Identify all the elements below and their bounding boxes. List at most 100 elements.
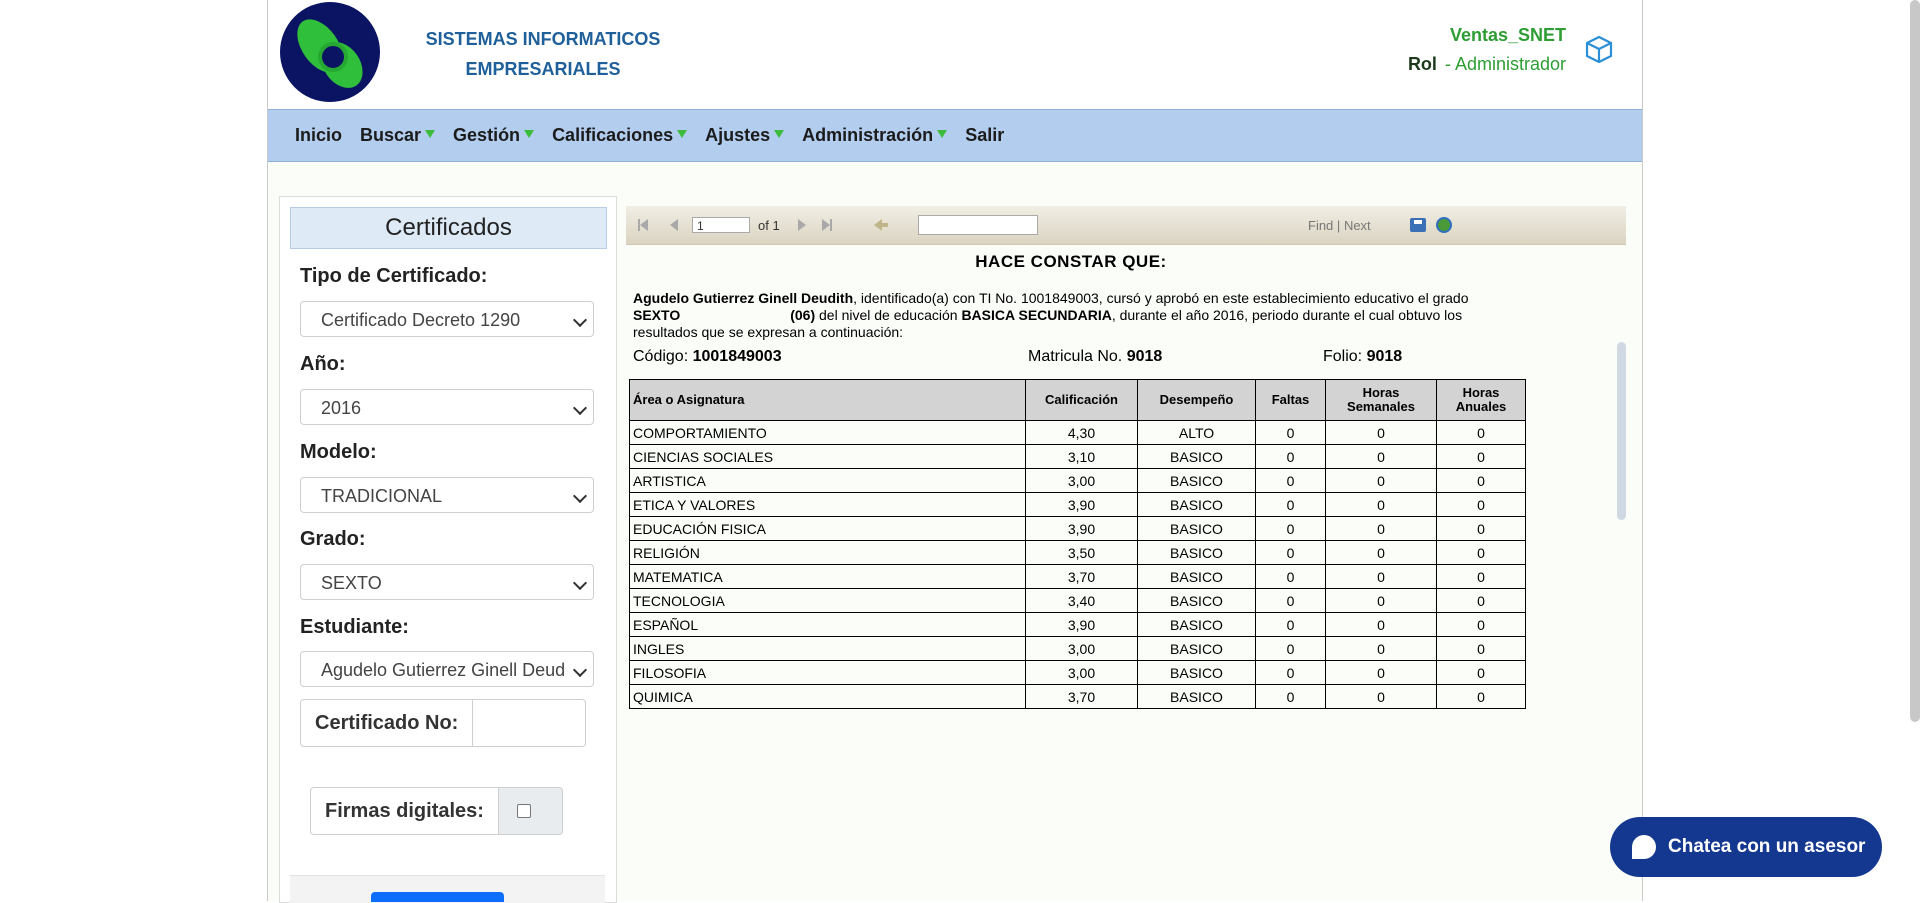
estudiante-select[interactable]: Agudelo Gutierrez Ginell Deud <box>300 651 594 687</box>
table-cell: 0 <box>1436 444 1526 469</box>
prev-page-icon[interactable] <box>670 206 678 244</box>
page-number-input[interactable]: 1 <box>692 217 750 233</box>
table-cell: MATEMATICA <box>629 564 1026 589</box>
find-text-input[interactable] <box>918 215 1038 235</box>
table-cell: BASICO <box>1137 516 1256 541</box>
table-cell: 0 <box>1325 612 1437 637</box>
col-faltas: Faltas <box>1255 379 1326 421</box>
table-cell: 0 <box>1436 420 1526 445</box>
report-title: HACE CONSTAR QUE: <box>975 252 1167 271</box>
table-cell: 0 <box>1325 660 1437 685</box>
first-page-icon[interactable] <box>638 206 648 244</box>
main-navbar: Inicio Buscar Gestión Calificaciones Ajustes… <box>268 110 1642 162</box>
find-link[interactable]: Find <box>1308 218 1333 233</box>
table-row: QUIMICA 3,70 BASICO 0 0 0 <box>629 684 1526 709</box>
nav-item-inicio[interactable]: Inicio <box>295 125 342 146</box>
table-row: TECNOLOGIA 3,40 BASICO 0 0 0 <box>629 588 1526 613</box>
app-name: Ventas_SNET <box>1449 25 1566 45</box>
table-cell: BASICO <box>1137 636 1256 661</box>
estudiante-label: Estudiante: <box>300 616 409 638</box>
table-row: INGLES 3,00 BASICO 0 0 0 <box>629 636 1526 661</box>
table-cell: ESPAÑOL <box>629 612 1026 637</box>
role-value: Administrador <box>1454 54 1566 74</box>
matricula-info: Matricula No. 9018 <box>1028 348 1163 365</box>
last-page-icon[interactable] <box>822 206 832 244</box>
refresh-icon[interactable] <box>1436 206 1452 244</box>
chevron-down-icon <box>572 488 588 504</box>
table-row: FILOSOFIA 3,00 BASICO 0 0 0 <box>629 660 1526 685</box>
modelo-select[interactable]: TRADICIONAL <box>300 477 594 513</box>
certificado-no-group: Certificado No: <box>300 699 587 747</box>
table-cell: 0 <box>1436 540 1526 565</box>
table-cell: 3,10 <box>1025 444 1138 469</box>
anio-select[interactable]: 2016 <box>300 389 594 425</box>
student-name: Agudelo Gutierrez Ginell Deudith <box>633 290 854 306</box>
table-cell: CIENCIAS SOCIALES <box>629 444 1026 469</box>
grades-table: Área o Asignatura Calificación Desempeño… <box>629 379 1526 709</box>
next-link[interactable]: Next <box>1344 218 1371 233</box>
nav-item-buscar[interactable]: Buscar <box>360 125 436 146</box>
modelo-value: TRADICIONAL <box>321 486 443 506</box>
table-cell: BASICO <box>1137 540 1256 565</box>
table-row: ESPAÑOL 3,90 BASICO 0 0 0 <box>629 612 1526 637</box>
table-cell: ETICA Y VALORES <box>629 492 1026 517</box>
table-cell: 0 <box>1436 564 1526 589</box>
company-name: SISTEMAS INFORMATICOS EMPRESARIALES <box>418 24 668 84</box>
table-cell: 0 <box>1255 636 1326 661</box>
chevron-down-icon <box>572 662 588 678</box>
company-logo[interactable] <box>280 2 380 102</box>
table-cell: 0 <box>1325 468 1437 493</box>
caret-down-icon <box>774 129 785 138</box>
firmas-digitales-checkbox[interactable] <box>516 804 531 818</box>
table-row: EDUCACIÓN FISICA 3,90 BASICO 0 0 0 <box>629 516 1526 541</box>
table-cell: 0 <box>1255 540 1326 565</box>
education-level: BASICA SECUNDARIA <box>961 307 1112 323</box>
table-cell: EDUCACIÓN FISICA <box>629 516 1026 541</box>
table-cell: 0 <box>1325 540 1437 565</box>
table-cell: 0 <box>1325 636 1437 661</box>
anio-value: 2016 <box>321 398 362 418</box>
table-cell: BASICO <box>1137 564 1256 589</box>
certificados-panel: Certificados Tipo de Certificado: Certif… <box>279 196 617 903</box>
table-row: ARTISTICA 3,00 BASICO 0 0 0 <box>629 468 1526 493</box>
table-cell: 3,90 <box>1025 516 1138 541</box>
estudiante-value: Agudelo Gutierrez Ginell Deud <box>321 660 566 680</box>
chat-label: Chatea con un asesor <box>1668 836 1866 857</box>
col-horas-anuales: Horas Anuales <box>1436 379 1526 421</box>
table-cell: 3,40 <box>1025 588 1138 613</box>
grado-label: Grado: <box>300 528 366 550</box>
table-row: CIENCIAS SOCIALES 3,10 BASICO 0 0 0 <box>629 444 1526 469</box>
table-cell: ALTO <box>1137 420 1256 445</box>
certificado-no-input[interactable] <box>473 699 587 747</box>
table-cell: 0 <box>1255 420 1326 445</box>
chat-button[interactable]: Chatea con un asesor <box>1610 817 1882 877</box>
table-cell: 0 <box>1436 516 1526 541</box>
table-cell: 0 <box>1436 612 1526 637</box>
chevron-down-icon <box>572 575 588 591</box>
company-line2: EMPRESARIALES <box>465 59 621 79</box>
chevron-down-icon <box>572 400 588 416</box>
grado-select[interactable]: SEXTO <box>300 564 594 600</box>
back-arrow-icon[interactable] <box>874 206 888 244</box>
table-cell: 0 <box>1436 636 1526 661</box>
save-export-icon[interactable] <box>1410 206 1426 244</box>
table-cell: BASICO <box>1137 684 1256 709</box>
role-row: Rol - Administrador <box>1408 54 1566 75</box>
table-cell: BASICO <box>1137 492 1256 517</box>
firmas-digitales-checkbox-wrap <box>498 787 563 835</box>
modelo-label: Modelo: <box>300 441 377 463</box>
nav-item-calificaciones[interactable]: Calificaciones <box>552 125 688 146</box>
next-page-icon[interactable] <box>798 206 806 244</box>
report-scrollbar[interactable] <box>1617 342 1626 520</box>
page-scrollbar[interactable] <box>1910 0 1920 722</box>
nav-item-administracion[interactable]: Administración <box>802 125 948 146</box>
nav-item-salir[interactable]: Salir <box>965 125 1004 146</box>
nav-item-gestion[interactable]: Gestión <box>453 125 535 146</box>
folio-info: Folio: 9018 <box>1323 348 1403 365</box>
table-header-row: Área o Asignatura Calificación Desempeño… <box>629 379 1526 421</box>
tipo-certificado-select[interactable]: Certificado Decreto 1290 <box>300 301 594 337</box>
anio-label: Año: <box>300 353 346 375</box>
nav-item-ajustes[interactable]: Ajustes <box>705 125 785 146</box>
caret-down-icon <box>425 129 436 138</box>
cube-icon[interactable] <box>1584 34 1614 64</box>
